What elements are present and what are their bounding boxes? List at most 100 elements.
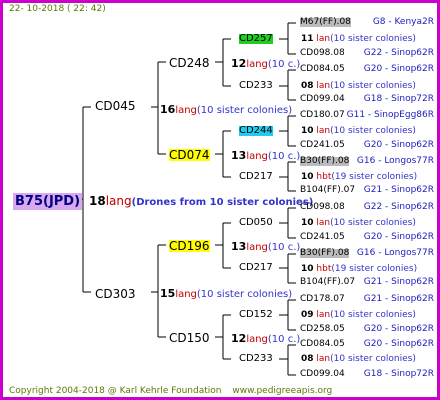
g3-node[interactable]: CD244 bbox=[239, 126, 273, 136]
g4-node[interactable]: CD098.08 bbox=[300, 203, 345, 212]
g2-stats: 12lang(10 c.) bbox=[231, 333, 300, 345]
g4-node[interactable]: CD241.05 bbox=[300, 233, 345, 242]
footer-copyright: Copyright 2004-2018 @ Karl Kehrle Founda… bbox=[9, 387, 332, 396]
g1-cnt: (10 sister colonies) bbox=[196, 105, 293, 116]
g3-node[interactable]: CD217 bbox=[239, 172, 273, 182]
g3-stats: 10 lan(10 sister colonies) bbox=[301, 127, 416, 136]
g4-ref[interactable]: G8 - Kenya2R bbox=[373, 18, 434, 27]
g4-node[interactable]: CD180.07 bbox=[300, 111, 345, 120]
g4-ref[interactable]: G16 - Longos77R bbox=[357, 157, 434, 166]
g3-node[interactable]: CD257 bbox=[239, 34, 273, 44]
g3-node[interactable]: CD233 bbox=[239, 354, 273, 364]
g3-cnt: (10 sister colonies) bbox=[330, 218, 416, 228]
g3-lang: lan bbox=[316, 81, 331, 91]
g3-num: 09 bbox=[301, 310, 314, 320]
root-node[interactable]: B75(JPD) bbox=[13, 192, 83, 210]
g2-node[interactable]: CD074 bbox=[169, 149, 210, 161]
g3-stats: 10 lan(10 sister colonies) bbox=[301, 219, 416, 228]
g3-num: 10 bbox=[301, 172, 314, 182]
g4-ref[interactable]: G21 - Sinop62R bbox=[364, 295, 434, 304]
g3-lang: lan bbox=[316, 218, 331, 228]
g1-node[interactable]: CD045 bbox=[95, 100, 136, 112]
g1-lang: lang bbox=[175, 289, 197, 300]
g3-stats: 08 lan(10 sister colonies) bbox=[301, 355, 416, 364]
root-stats: 18lang(Drones from 10 sister colonies) bbox=[89, 195, 313, 208]
g4-ref[interactable]: G18 - Sinop72R bbox=[364, 95, 434, 104]
g3-num: 10 bbox=[301, 218, 314, 228]
g4-ref[interactable]: G20 - Sinop62R bbox=[364, 340, 434, 349]
g3-node[interactable]: CD152 bbox=[239, 310, 273, 320]
g4-node[interactable]: CD099.04 bbox=[300, 370, 345, 379]
g4-node[interactable]: B104(FF).07 bbox=[300, 278, 355, 287]
g3-cnt: (19 sister colonies) bbox=[331, 264, 418, 274]
g4-node[interactable]: M67(FF).08 bbox=[300, 18, 351, 27]
root-id: B75(JPD) bbox=[13, 193, 83, 210]
g3-cnt: (10 sister colonies) bbox=[330, 310, 416, 320]
g4-node[interactable]: CD178.07 bbox=[300, 295, 345, 304]
g2-lang: lang bbox=[246, 59, 268, 70]
g2-lang: lang bbox=[246, 334, 268, 345]
g3-lang: lan bbox=[316, 126, 331, 136]
g2-num: 12 bbox=[231, 332, 247, 345]
g4-node[interactable]: CD258.05 bbox=[300, 325, 345, 334]
pedigree-frame: 22- 10-2018 ( 22: 42) B75(JPD) 18lang(Dr… bbox=[0, 0, 440, 400]
g3-node[interactable]: CD217 bbox=[239, 263, 273, 273]
g4-node[interactable]: CD241.05 bbox=[300, 141, 345, 150]
g3-num: 08 bbox=[301, 81, 314, 91]
g2-node[interactable]: CD150 bbox=[169, 332, 210, 344]
g4-ref[interactable]: G18 - Sinop72R bbox=[364, 370, 434, 379]
g3-num: 11 bbox=[301, 34, 314, 44]
g4-ref[interactable]: G20 - Sinop62R bbox=[364, 141, 434, 150]
g3-lang: lan bbox=[316, 34, 331, 44]
g2-cnt: (10 c.) bbox=[267, 242, 301, 253]
g4-ref[interactable]: G22 - Sinop62R bbox=[364, 49, 434, 58]
g3-stats: 10 hbt(19 sister colonies) bbox=[301, 173, 417, 182]
g1-num: 16 bbox=[160, 103, 176, 116]
root-num: 18 bbox=[89, 194, 106, 208]
g2-cnt: (10 c.) bbox=[267, 59, 301, 70]
g3-cnt: (10 sister colonies) bbox=[330, 126, 416, 136]
g3-num: 10 bbox=[301, 126, 314, 136]
g4-node[interactable]: B30(FF).08 bbox=[300, 249, 350, 258]
root-drones: (Drones from 10 sister colonies) bbox=[131, 197, 314, 208]
g2-num: 13 bbox=[231, 149, 247, 162]
g2-stats: 13lang(10 c.) bbox=[231, 150, 300, 162]
g1-node[interactable]: CD303 bbox=[95, 288, 136, 300]
g3-lang: hbt bbox=[316, 264, 332, 274]
g4-node[interactable]: CD099.04 bbox=[300, 95, 345, 104]
g4-node[interactable]: CD098.08 bbox=[300, 49, 345, 58]
g4-ref[interactable]: G20 - Sinop62R bbox=[364, 233, 434, 242]
g4-ref[interactable]: G11 - SinopEgg86R bbox=[347, 111, 434, 120]
g3-num: 08 bbox=[301, 354, 314, 364]
g3-stats: 08 lan(10 sister colonies) bbox=[301, 82, 416, 91]
g3-cnt: (10 sister colonies) bbox=[330, 34, 416, 44]
root-lang: lang bbox=[105, 194, 132, 208]
g3-stats: 09 lan(10 sister colonies) bbox=[301, 311, 416, 320]
g2-node[interactable]: CD248 bbox=[169, 57, 210, 69]
g4-node[interactable]: CD084.05 bbox=[300, 340, 345, 349]
g4-ref[interactable]: G21 - Sinop62R bbox=[364, 186, 434, 195]
site-link[interactable]: www.pedigreeapis.org bbox=[232, 386, 332, 396]
g2-stats: 13lang(10 c.) bbox=[231, 241, 300, 253]
g3-node[interactable]: CD050 bbox=[239, 218, 273, 228]
g3-stats: 10 hbt(19 sister colonies) bbox=[301, 265, 417, 274]
copyright-text: Copyright 2004-2018 @ Karl Kehrle Founda… bbox=[9, 386, 222, 396]
g2-lang: lang bbox=[246, 151, 268, 162]
g2-node[interactable]: CD196 bbox=[169, 240, 210, 252]
g3-cnt: (19 sister colonies) bbox=[331, 172, 418, 182]
g4-ref[interactable]: G21 - Sinop62R bbox=[364, 278, 434, 287]
g4-ref[interactable]: G16 - Longos77R bbox=[357, 249, 434, 258]
g4-ref[interactable]: G20 - Sinop62R bbox=[364, 325, 434, 334]
report-date: 22- 10-2018 ( 22: 42) bbox=[9, 4, 106, 14]
g3-lang: lan bbox=[316, 310, 331, 320]
g4-ref[interactable]: G20 - Sinop62R bbox=[364, 65, 434, 74]
g2-cnt: (10 c.) bbox=[267, 151, 301, 162]
g3-node[interactable]: CD233 bbox=[239, 81, 273, 91]
g2-cnt: (10 c.) bbox=[267, 334, 301, 345]
g2-stats: 12lang(10 c.) bbox=[231, 58, 300, 70]
g4-node[interactable]: B104(FF).07 bbox=[300, 186, 355, 195]
g2-num: 13 bbox=[231, 240, 247, 253]
g4-node[interactable]: CD084.05 bbox=[300, 65, 345, 74]
g4-node[interactable]: B30(FF).08 bbox=[300, 157, 350, 166]
g4-ref[interactable]: G22 - Sinop62R bbox=[364, 203, 434, 212]
